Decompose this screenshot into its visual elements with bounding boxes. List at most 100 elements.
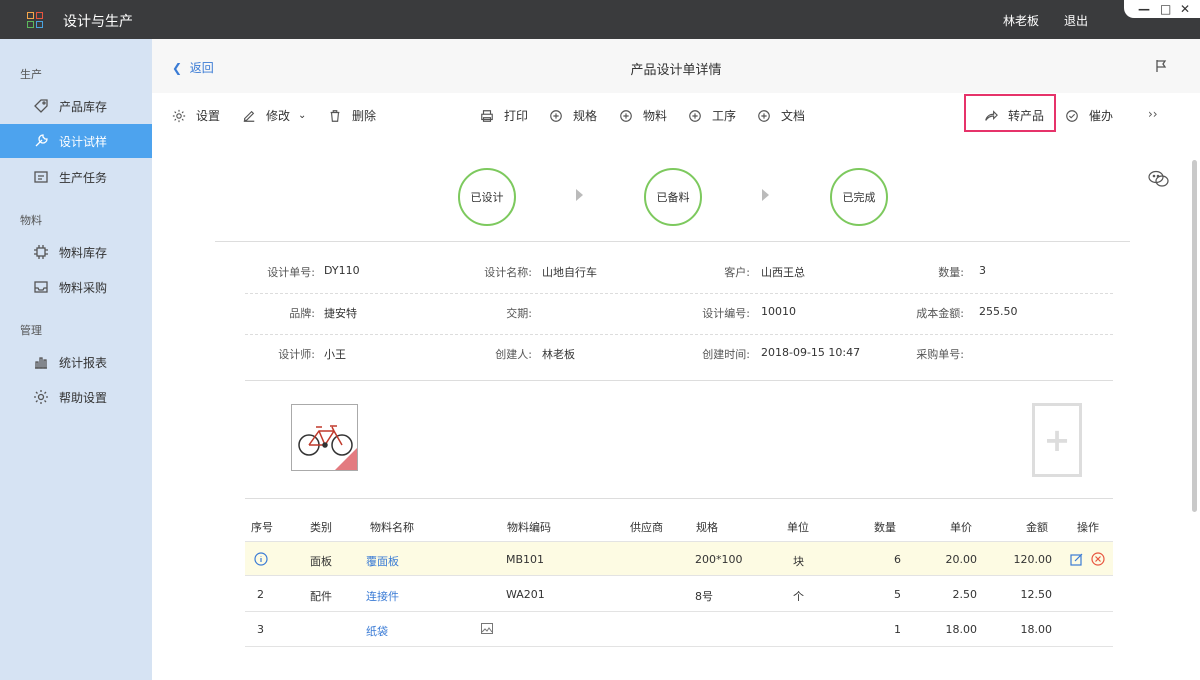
- table-row[interactable]: 面板 覆面板 MB101 200*100 块 6 20.00 120.00: [245, 541, 1113, 576]
- close-icon[interactable]: ✕: [1180, 2, 1190, 16]
- trash-icon: [330, 109, 340, 122]
- flag-icon[interactable]: [1154, 59, 1168, 76]
- customer-value: 山西王总: [761, 266, 805, 279]
- delivery-label: 交期:: [506, 307, 532, 320]
- minimize-icon[interactable]: —: [1138, 2, 1150, 16]
- page-title: 产品设计单详情: [630, 63, 722, 78]
- cell-material-name[interactable]: 覆面板: [366, 553, 399, 569]
- sidebar-item-label: 物料采购: [59, 280, 108, 295]
- add-image-button[interactable]: +: [1032, 403, 1082, 477]
- info-icon[interactable]: [254, 552, 268, 569]
- add-process-button[interactable]: 工序: [688, 107, 736, 124]
- product-image-thumbnail[interactable]: [291, 404, 358, 471]
- add-document-button[interactable]: 文档: [757, 107, 805, 124]
- row-divider: [245, 334, 1113, 335]
- cell-unit: 块: [793, 555, 804, 568]
- cell-qty: 5: [894, 588, 901, 601]
- more-button[interactable]: ››: [1148, 107, 1158, 121]
- highlight-box: [964, 94, 1056, 132]
- brand-label: 品牌:: [289, 307, 315, 320]
- print-label: 打印: [504, 109, 529, 123]
- cell-amount: 12.50: [1020, 588, 1053, 601]
- title-bar: 设计与生产 林老板 退出 — □ ✕: [0, 0, 1200, 39]
- creator-value: 林老板: [542, 348, 575, 361]
- sidebar-item-material-stock[interactable]: 物料库存: [0, 235, 152, 269]
- sidebar-item-label: 物料库存: [59, 245, 108, 260]
- sidebar-item-product-stock[interactable]: 产品库存: [0, 89, 152, 123]
- settings-label: 设置: [196, 109, 221, 123]
- add-material-button[interactable]: 物料: [619, 107, 667, 124]
- design-no-value: DY110: [324, 264, 360, 277]
- customer-label: 客户:: [724, 266, 750, 279]
- column-header: 操作: [1077, 521, 1099, 534]
- cell-price: 18.00: [945, 623, 978, 636]
- divider: [245, 498, 1113, 499]
- cell-material-name[interactable]: 连接件: [366, 588, 399, 604]
- cell-price: 20.00: [945, 553, 978, 566]
- step-arrow-icon: [576, 189, 583, 201]
- edit-button[interactable]: 修改 ⌄: [242, 107, 306, 124]
- image-corner-badge: [335, 448, 357, 470]
- design-no-label: 设计单号:: [267, 266, 315, 279]
- creator-label: 创建人:: [495, 348, 532, 361]
- edit-icon[interactable]: [1070, 552, 1084, 569]
- table-row[interactable]: 3 纸袋 1 18.00 18.00: [245, 612, 1113, 647]
- created-time-label: 创建时间:: [702, 348, 750, 361]
- purchase-no-label: 采购单号:: [916, 348, 964, 361]
- cell-category: 配件: [310, 590, 332, 603]
- wechat-icon[interactable]: [1148, 170, 1170, 191]
- divider: [215, 241, 1130, 242]
- delete-button[interactable]: 删除: [328, 107, 376, 124]
- table-row[interactable]: 2 配件 连接件 WA201 8号 个 5 2.50 12.50: [245, 577, 1113, 612]
- sidebar-item-material-purchase[interactable]: 物料采购: [0, 270, 152, 304]
- cell-material-code: MB101: [506, 553, 545, 566]
- window-controls: — □ ✕: [1124, 0, 1200, 18]
- material-label: 物料: [643, 109, 668, 123]
- print-button[interactable]: 打印: [480, 107, 528, 124]
- user-name[interactable]: 林老板: [1003, 12, 1039, 29]
- sidebar-group-material: 物料: [20, 214, 42, 227]
- edit-label: 修改: [266, 109, 291, 123]
- main-content: ❮ 返回 产品设计单详情 设置 修改 ⌄ 删除 打印 规格 物料 工序 文档 转…: [152, 39, 1200, 680]
- design-code-label: 设计编号:: [702, 307, 750, 320]
- column-header: 物料名称: [370, 521, 414, 534]
- step-designed: 已设计: [458, 168, 516, 226]
- column-header: 类别: [310, 521, 332, 534]
- design-name-value: 山地自行车: [542, 266, 597, 279]
- sidebar-group-admin: 管理: [20, 324, 42, 337]
- tag-icon: [33, 98, 49, 114]
- delete-label: 删除: [352, 109, 377, 123]
- check-circle-icon: [1066, 109, 1078, 122]
- sidebar-item-design-sample[interactable]: 设计试样: [0, 124, 152, 158]
- step-materials-ready: 已备料: [644, 168, 702, 226]
- bar-chart-icon: [33, 354, 49, 370]
- image-icon[interactable]: [481, 623, 493, 637]
- task-icon: [33, 169, 49, 185]
- app-title: 设计与生产: [63, 14, 133, 30]
- add-spec-button[interactable]: 规格: [549, 107, 597, 124]
- cell-material-name[interactable]: 纸袋: [366, 623, 388, 639]
- cell-spec: 200*100: [695, 553, 743, 566]
- column-header: 物料编码: [507, 521, 551, 534]
- cell-qty: 6: [894, 553, 901, 566]
- logout-link[interactable]: 退出: [1064, 12, 1088, 29]
- sidebar-item-label: 帮助设置: [59, 390, 108, 405]
- maximize-icon[interactable]: □: [1160, 2, 1171, 16]
- vertical-scrollbar[interactable]: [1192, 160, 1197, 512]
- column-header: 数量: [874, 521, 896, 534]
- chip-icon: [33, 244, 49, 260]
- qty-value: 3: [979, 264, 986, 277]
- sidebar-item-help-settings[interactable]: 帮助设置: [0, 380, 152, 414]
- cell-no: 2: [257, 588, 264, 601]
- cell-spec: 8号: [695, 590, 713, 603]
- urge-button[interactable]: 催办: [1065, 107, 1113, 124]
- settings-button[interactable]: 设置: [172, 107, 220, 124]
- sidebar-item-statistics[interactable]: 统计报表: [0, 345, 152, 379]
- step-arrow-icon: [762, 189, 769, 201]
- delete-row-icon[interactable]: [1091, 552, 1105, 569]
- sidebar-item-production-task[interactable]: 生产任务: [0, 160, 152, 194]
- printer-icon: [481, 109, 493, 122]
- cell-category: 面板: [310, 555, 332, 568]
- plus-icon: +: [1043, 421, 1071, 459]
- edit-icon: [243, 110, 255, 122]
